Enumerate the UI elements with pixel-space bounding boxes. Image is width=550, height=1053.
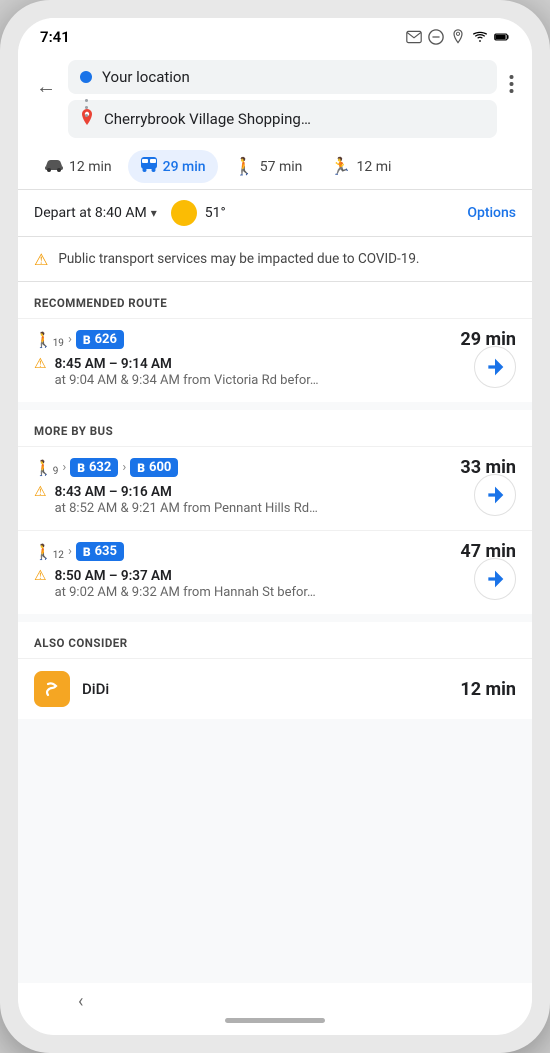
arrow-icon-2: ›: [62, 460, 66, 475]
battery-icon: [494, 29, 510, 45]
origin-field[interactable]: Your location: [68, 60, 497, 94]
status-time: 7:41: [40, 28, 70, 46]
tab-car[interactable]: 12 min: [32, 151, 124, 183]
also-consider-header: ALSO CONSIDER: [18, 622, 532, 658]
tab-ride[interactable]: 🏃 12 mi: [318, 151, 403, 183]
mode-tabs: 12 min 29 min 🚶 57 min: [18, 144, 532, 190]
didi-label: DiDi: [82, 680, 448, 698]
gmail-icon: [406, 29, 422, 45]
route-warning-icon-3: ⚠: [34, 568, 47, 584]
walk-step-icon: 🚶19: [34, 331, 64, 349]
home-bar-area: ‹: [18, 983, 532, 1035]
route-card-635[interactable]: 🚶12 › B 635 47 min ⚠ 8:50 AM – 9:37 A: [18, 530, 532, 614]
phone-frame: 7:41: [0, 0, 550, 1053]
tab-ride-label: 12 mi: [357, 159, 392, 175]
more-button[interactable]: [505, 70, 518, 103]
covid-text: Public transport services may be impacte…: [58, 249, 419, 269]
bus-icon: [140, 156, 158, 177]
route-detail-3: ⚠ 8:50 AM – 9:37 AM at 9:02 AM & 9:32 AM…: [34, 568, 516, 600]
route-top-3: 🚶12 › B 635 47 min: [34, 541, 516, 562]
origin-dot: [80, 71, 92, 83]
wifi-icon: [472, 29, 488, 45]
also-consider-section: ALSO CONSIDER DiDi 12 min: [18, 622, 532, 719]
location-icon: [450, 29, 466, 45]
didi-row[interactable]: DiDi 12 min: [18, 658, 532, 719]
temperature: 51°: [205, 205, 226, 221]
tab-bus-label: 29 min: [163, 159, 206, 175]
route-steps-2: 🚶9 › B 632 › B 600: [34, 458, 178, 477]
bus-chip-626: B 626: [76, 330, 124, 349]
destination-field[interactable]: Cherrybrook Village Shopping…: [68, 100, 497, 138]
nav-row: ‹: [18, 991, 532, 1012]
route-from-1: at 9:04 AM & 9:34 AM from Victoria Rd be…: [55, 373, 319, 388]
nav-back-button[interactable]: ‹: [78, 991, 83, 1012]
route-top: 🚶19 › B 626 29 min: [34, 329, 516, 350]
depart-text[interactable]: Depart at 8:40 AM ▾: [34, 205, 157, 221]
route-card-632-600[interactable]: 🚶9 › B 632 › B 600 33: [18, 446, 532, 530]
depart-row: Depart at 8:40 AM ▾ 51° Options: [18, 190, 532, 237]
dnd-icon: [428, 29, 444, 45]
search-fields: Your location Cherrybrook Village: [68, 60, 497, 138]
chevron-down-icon: ▾: [151, 206, 157, 220]
didi-icon: [34, 671, 70, 707]
walk-sub-3: 12: [53, 550, 64, 561]
connector: [85, 98, 87, 118]
didi-time: 12 min: [460, 679, 516, 700]
navigate-button-3[interactable]: [474, 558, 516, 600]
dest-pin-icon: [80, 108, 94, 130]
navigate-button-2[interactable]: [474, 474, 516, 516]
walk-step-icon-3: 🚶12: [34, 543, 64, 561]
covid-warning-icon: ⚠: [34, 250, 48, 269]
recommended-route-section: RECOMMENDED ROUTE 🚶19 › B 626 29 min: [18, 282, 532, 402]
arrow-icon-3: ›: [122, 460, 126, 475]
arrow-icon-4: ›: [68, 544, 72, 559]
route-times-3: 8:50 AM – 9:37 AM: [55, 568, 316, 584]
walk-icon: 🚶: [234, 157, 255, 177]
weather-sun-icon: [171, 200, 197, 226]
route-detail-1: ⚠ 8:45 AM – 9:14 AM at 9:04 AM & 9:34 AM…: [34, 356, 516, 388]
top-bar: ← Your location: [18, 52, 532, 144]
recommended-route-card[interactable]: 🚶19 › B 626 29 min ⚠ 8:45 AM – 9:14 A: [18, 318, 532, 402]
arrow-icon: ›: [68, 332, 72, 347]
car-icon: [44, 157, 64, 177]
recommended-header: RECOMMENDED ROUTE: [18, 282, 532, 318]
back-button[interactable]: ←: [32, 70, 60, 103]
route-from-2: at 8:52 AM & 9:21 AM from Pennant Hills …: [55, 501, 318, 516]
bus-chip-635: B 635: [76, 542, 124, 561]
route-warning-icon-1: ⚠: [34, 356, 47, 372]
origin-text: Your location: [102, 68, 485, 86]
navigate-button-1[interactable]: [474, 346, 516, 388]
walk-step-icon-2: 🚶9: [34, 459, 58, 477]
covid-notice: ⚠ Public transport services may be impac…: [18, 237, 532, 282]
route-steps: 🚶19 › B 626: [34, 330, 124, 349]
bus-chip-632: B 632: [70, 458, 118, 477]
more-by-bus-section: MORE BY BUS 🚶9 › B 632 ›: [18, 410, 532, 614]
options-button[interactable]: Options: [467, 205, 516, 221]
route-warning-icon-2: ⚠: [34, 484, 47, 500]
walk-sub-1: 19: [53, 338, 64, 349]
bus-chip-600: B 600: [130, 458, 178, 477]
route-times-1: 8:45 AM – 9:14 AM: [55, 356, 319, 372]
phone-screen: 7:41: [18, 18, 532, 1035]
route-top-2: 🚶9 › B 632 › B 600 33: [34, 457, 516, 478]
route-detail-2: ⚠ 8:43 AM – 9:16 AM at 8:52 AM & 9:21 AM…: [34, 484, 516, 516]
route-steps-3: 🚶12 › B 635: [34, 542, 124, 561]
tab-walk-label: 57 min: [260, 159, 303, 175]
tab-bus[interactable]: 29 min: [128, 150, 218, 183]
status-icons: [406, 29, 510, 45]
ride-icon: 🏃: [330, 157, 351, 177]
more-by-bus-header: MORE BY BUS: [18, 410, 532, 446]
route-from-3: at 9:02 AM & 9:32 AM from Hannah St befo…: [55, 585, 316, 600]
destination-text: Cherrybrook Village Shopping…: [104, 110, 485, 128]
home-pill: [225, 1018, 325, 1023]
tab-car-label: 12 min: [69, 159, 112, 175]
walk-sub-2: 9: [53, 466, 59, 477]
route-times-2: 8:43 AM – 9:16 AM: [55, 484, 318, 500]
routes-scroll[interactable]: RECOMMENDED ROUTE 🚶19 › B 626 29 min: [18, 282, 532, 983]
status-bar: 7:41: [18, 18, 532, 52]
tab-walk[interactable]: 🚶 57 min: [222, 151, 315, 183]
